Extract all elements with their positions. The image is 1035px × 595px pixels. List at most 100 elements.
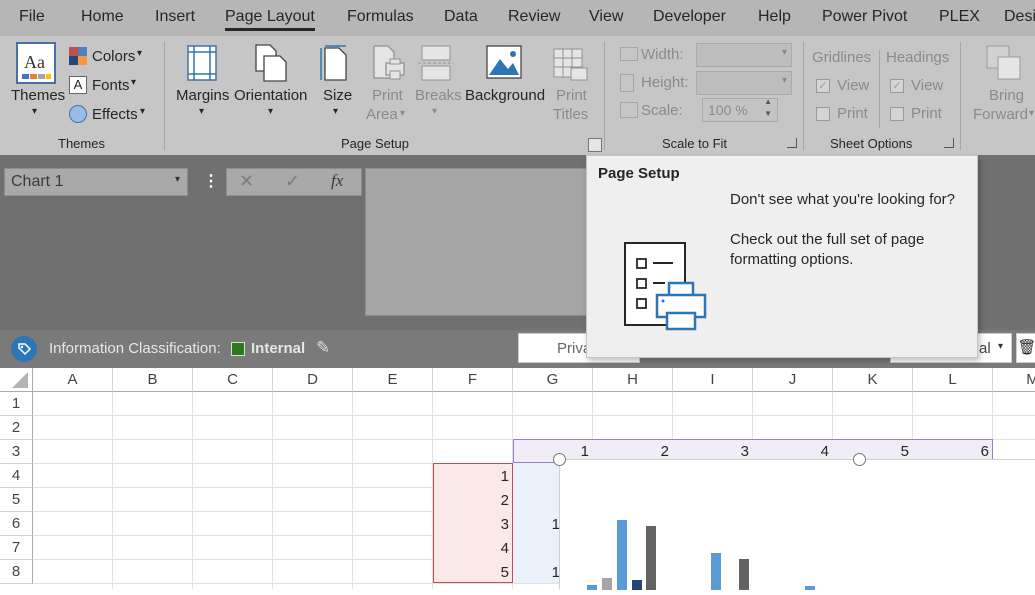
column-header-f[interactable]: F	[433, 368, 513, 392]
column-header-m[interactable]: M	[993, 368, 1035, 392]
name-box[interactable]: Chart 1 ▾	[4, 168, 188, 196]
spreadsheet-grid: ABCDEFGHIJKLM 12345678 123456 12345 1 1	[0, 368, 1035, 590]
row-header-6[interactable]: 6	[0, 512, 33, 536]
row-header-4[interactable]: 4	[0, 464, 33, 488]
chevron-down-icon[interactable]: ▾	[268, 106, 273, 117]
bring-forward-label-1: Bring	[989, 87, 1025, 104]
column-header-e[interactable]: E	[353, 368, 433, 392]
delete-icon[interactable]: 🗑	[1016, 333, 1035, 363]
column-header-i[interactable]: I	[673, 368, 753, 392]
row-header-8[interactable]: 8	[0, 560, 33, 584]
tab-data[interactable]: Data	[444, 8, 478, 26]
cell-value: 5	[500, 564, 509, 581]
edit-pencil-icon[interactable]: ✎	[316, 338, 330, 358]
column-header-g[interactable]: G	[513, 368, 593, 392]
sheet-options-launcher-icon[interactable]	[944, 138, 954, 148]
column-header-j[interactable]: J	[753, 368, 833, 392]
effects-icon	[69, 105, 87, 123]
grid-line	[33, 415, 1035, 416]
scale-up-icon: ▲	[764, 97, 772, 106]
background-button[interactable]: Background	[465, 87, 545, 104]
insert-function-icon[interactable]: fx	[331, 171, 343, 191]
tab-view[interactable]: View	[589, 8, 623, 26]
row-header-2[interactable]: 2	[0, 416, 33, 440]
tab-home[interactable]: Home	[81, 8, 124, 26]
headings-print-checkbox[interactable]	[890, 107, 904, 121]
chevron-down-icon[interactable]: ▾	[998, 341, 1003, 352]
name-box-value: Chart 1	[11, 173, 64, 190]
formula-buttons: ✕ ✓ fx	[226, 168, 362, 196]
print-area-label-2: Area	[366, 106, 398, 123]
column-header-k[interactable]: K	[833, 368, 913, 392]
chevron-down-icon[interactable]: ▾	[140, 106, 145, 117]
row-header-5[interactable]: 5	[0, 488, 33, 512]
print-titles-label-1: Print	[556, 87, 587, 104]
cancel-icon[interactable]: ✕	[239, 171, 254, 192]
effects-button[interactable]: Effects	[92, 106, 138, 123]
orientation-icon[interactable]	[254, 44, 288, 82]
group-divider	[604, 42, 605, 150]
margins-button[interactable]: Margins	[176, 87, 229, 104]
margins-icon[interactable]	[186, 45, 218, 81]
size-icon[interactable]	[319, 45, 351, 81]
tab-plex[interactable]: PLEX	[939, 8, 980, 26]
tab-file[interactable]: File	[19, 8, 45, 26]
chevron-down-icon[interactable]: ▾	[131, 77, 136, 88]
chart-bar	[617, 520, 627, 590]
tab-developer[interactable]: Developer	[653, 8, 726, 26]
size-button[interactable]: Size	[323, 87, 352, 104]
tab-page-layout[interactable]: Page Layout	[225, 8, 315, 31]
scale-to-fit-launcher-icon[interactable]	[787, 138, 797, 148]
chart-bar	[602, 578, 612, 590]
background-icon[interactable]	[486, 45, 522, 79]
row-header-7[interactable]: 7	[0, 536, 33, 560]
fonts-button[interactable]: Fonts	[92, 77, 130, 94]
chart-bar	[646, 526, 656, 590]
tab-formulas[interactable]: Formulas	[347, 8, 414, 26]
column-header-b[interactable]: B	[113, 368, 193, 392]
column-header-a[interactable]: A	[33, 368, 113, 392]
bring-forward-icon	[986, 45, 1022, 81]
column-header-d[interactable]: D	[273, 368, 353, 392]
gridlines-print-checkbox[interactable]	[816, 107, 830, 121]
chevron-down-icon: ▾	[1029, 108, 1035, 119]
select-all-corner[interactable]	[0, 368, 33, 392]
column-header-h[interactable]: H	[593, 368, 673, 392]
width-icon	[620, 47, 638, 61]
formula-input[interactable]	[365, 168, 605, 316]
colors-button[interactable]: Colors	[92, 48, 135, 65]
chart-object[interactable]	[559, 459, 1035, 590]
headings-view-checkbox[interactable]: ✓	[890, 79, 904, 93]
page-setup-launcher-icon[interactable]	[588, 138, 602, 152]
row-header-3[interactable]: 3	[0, 440, 33, 464]
group-divider	[803, 42, 804, 150]
chevron-down-icon[interactable]: ▾	[137, 48, 142, 59]
chart-bar	[739, 559, 749, 590]
tooltip-line-2: Check out the full set of page	[730, 231, 925, 248]
chart-resize-handle[interactable]	[553, 453, 566, 466]
column-header-c[interactable]: C	[193, 368, 273, 392]
chart-bar	[587, 585, 597, 590]
themes-icon[interactable]: Aa	[16, 42, 56, 84]
tab-insert[interactable]: Insert	[155, 8, 195, 26]
chart-bar	[711, 553, 721, 590]
row-header-1[interactable]: 1	[0, 392, 33, 416]
chevron-down-icon[interactable]: ▾	[175, 174, 180, 185]
column-header-l[interactable]: L	[913, 368, 993, 392]
chevron-down-icon[interactable]: ▾	[333, 106, 338, 117]
themes-button-label[interactable]: Themes	[11, 87, 65, 104]
tab-design[interactable]: Desi	[1004, 8, 1035, 26]
chevron-down-icon[interactable]: ▾	[199, 106, 204, 117]
tab-help[interactable]: Help	[758, 8, 791, 26]
width-label: Width:	[641, 46, 684, 63]
chart-resize-handle[interactable]	[853, 453, 866, 466]
enter-icon[interactable]: ✓	[285, 171, 300, 192]
tab-review[interactable]: Review	[508, 8, 560, 26]
orientation-button[interactable]: Orientation	[234, 87, 307, 104]
cell-value: 4	[500, 540, 509, 557]
tab-power-pivot[interactable]: Power Pivot	[822, 8, 907, 26]
gridlines-view-checkbox[interactable]: ✓	[816, 79, 830, 93]
print-area-label-1: Print	[372, 87, 403, 104]
more-options-icon[interactable]: ⋮	[203, 171, 219, 191]
chevron-down-icon[interactable]: ▾	[32, 106, 37, 117]
